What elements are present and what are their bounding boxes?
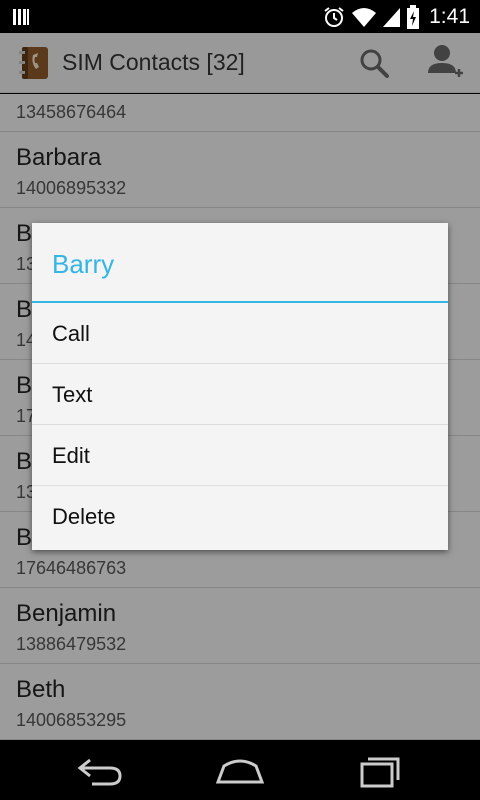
contact-context-menu: Barry Call Text Edit Delete (32, 223, 448, 550)
clock: 1:41 (429, 4, 470, 28)
dialog-title: Barry (52, 249, 115, 279)
wifi-icon (352, 7, 377, 27)
menu-item-label: Delete (52, 504, 116, 529)
battery-icon (407, 4, 420, 29)
home-icon[interactable] (210, 752, 270, 788)
menu-item-label: Text (52, 382, 93, 407)
menu-item-edit[interactable]: Edit (32, 425, 448, 486)
status-bar: 1:41 (0, 0, 480, 33)
menu-item-label: Call (52, 321, 90, 346)
back-icon[interactable] (70, 752, 130, 788)
recent-apps-icon[interactable] (352, 752, 412, 788)
alarm-icon (324, 6, 344, 27)
signal-icon (383, 7, 401, 27)
notification-icon (13, 9, 29, 25)
menu-item-text[interactable]: Text (32, 364, 448, 425)
menu-item-label: Edit (52, 443, 90, 468)
navigation-bar (0, 740, 480, 800)
menu-item-delete[interactable]: Delete (32, 486, 448, 547)
menu-item-call[interactable]: Call (32, 303, 448, 364)
